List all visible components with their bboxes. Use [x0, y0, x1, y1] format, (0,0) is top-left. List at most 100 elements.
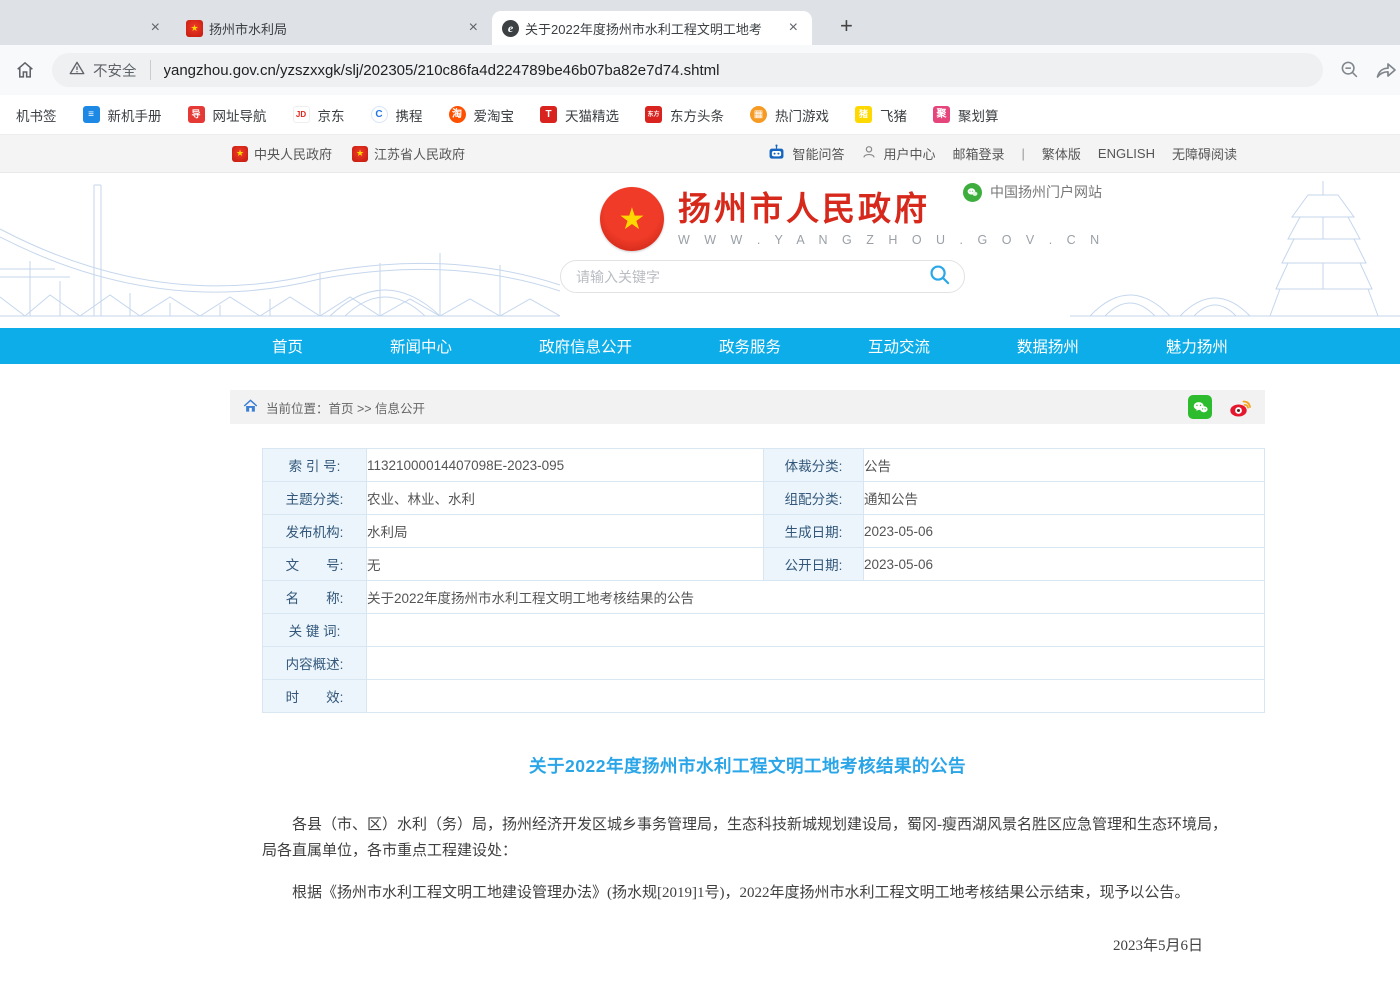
info-value: 11321000014407098E-2023-095 [367, 449, 764, 482]
info-value [367, 614, 1265, 647]
bookmark-item[interactable]: 淘 爱淘宝 [436, 105, 528, 125]
zoom-out-icon[interactable] [1337, 57, 1363, 83]
link-traditional[interactable]: 繁体版 [1042, 144, 1081, 163]
bookmark-item[interactable]: 机书签 [3, 105, 70, 125]
url-bar[interactable]: 不安全 yangzhou.gov.cn/yzszxxgk/slj/202305/… [52, 53, 1323, 87]
info-value: 公告 [864, 449, 1265, 482]
link-central-gov[interactable]: ★ 中央人民政府 [232, 144, 332, 163]
link-accessibility[interactable]: 无障碍阅读 [1172, 144, 1237, 163]
bookmark-label: 天猫精选 [565, 105, 619, 125]
new-tab-button[interactable]: + [834, 13, 859, 39]
link-smart-qa[interactable]: 智能问答 [767, 144, 844, 164]
search-box[interactable] [560, 260, 965, 293]
bookmark-item[interactable]: 猪 飞猪 [842, 105, 920, 125]
nav-item-data[interactable]: 数据扬州 [1017, 335, 1079, 357]
bookmark-label: 聚划算 [958, 105, 999, 125]
close-tab-icon[interactable]: × [147, 18, 164, 38]
link-user-center[interactable]: 用户中心 [861, 144, 935, 163]
link-jiangsu-gov[interactable]: ★ 江苏省人民政府 [352, 144, 465, 163]
search-icon[interactable] [928, 263, 951, 291]
article: 关于2022年度扬州市水利工程文明工地考核结果的公告 各县（市、区）水利（务）局… [230, 753, 1265, 997]
url-text[interactable]: yangzhou.gov.cn/yzszxxgk/slj/202305/210c… [164, 62, 720, 79]
bookmark-item[interactable]: ▦ 热门游戏 [737, 105, 842, 125]
info-label: 内容概述: [263, 647, 367, 680]
article-date: 2023年5月6日 [262, 934, 1233, 955]
page-content: 当前位置： 首页 >> 信息公开 索 引 号: 1132100001440709… [0, 364, 1400, 997]
info-label: 时 效: [263, 680, 367, 713]
bookmark-item[interactable]: 聚 聚划算 [920, 105, 1012, 125]
info-label: 关 键 词: [263, 614, 367, 647]
table-row: 索 引 号: 11321000014407098E-2023-095 体裁分类:… [263, 449, 1265, 482]
bookmark-item[interactable]: 导 网址导航 [175, 105, 280, 125]
nav-item-services[interactable]: 政务服务 [719, 335, 781, 357]
bookmark-favicon: 淘 [449, 106, 466, 123]
tab-shuiliju[interactable]: ★ 扬州市水利局 × [176, 11, 492, 45]
url-divider [150, 60, 151, 80]
info-value [367, 647, 1265, 680]
browser-toolbar: 不安全 yangzhou.gov.cn/yzszxxgk/slj/202305/… [0, 45, 1400, 95]
info-value: 水利局 [367, 515, 764, 548]
bookmark-favicon: 东方 [645, 106, 662, 123]
bookmark-item[interactable]: ≡ 新机手册 [70, 105, 175, 125]
bookmark-label: 热门游戏 [775, 105, 829, 125]
bookmark-favicon: 猪 [855, 106, 872, 123]
breadcrumb-home-icon[interactable] [243, 399, 258, 416]
nav-item-charm[interactable]: 魅力扬州 [1166, 335, 1228, 357]
separator: | [1022, 146, 1025, 161]
share-icon[interactable] [1373, 57, 1399, 83]
nav-item-info-disclosure[interactable]: 政府信息公开 [539, 335, 632, 357]
person-icon [861, 144, 877, 163]
portal-link[interactable]: 中国扬州门户网站 [963, 182, 1102, 202]
article-title: 关于2022年度扬州市水利工程文明工地考核结果的公告 [262, 753, 1233, 778]
nav-item-home[interactable]: 首页 [272, 335, 303, 357]
tab-leftmost-cut[interactable]: × [0, 11, 176, 45]
table-row: 时 效: [263, 680, 1265, 713]
link-label: ENGLISH [1098, 146, 1155, 161]
search-input[interactable] [574, 268, 928, 286]
breadcrumb-prefix: 当前位置： [266, 398, 329, 417]
table-row: 文 号: 无 公开日期: 2023-05-06 [263, 548, 1265, 581]
info-label: 索 引 号: [263, 449, 367, 482]
main-nav: 首页 新闻中心 政府信息公开 政务服务 互动交流 数据扬州 魅力扬州 [0, 328, 1400, 364]
breadcrumb: 当前位置： 首页 >> 信息公开 [230, 390, 1265, 424]
link-label: 江苏省人民政府 [374, 144, 465, 163]
link-label: 无障碍阅读 [1172, 144, 1237, 163]
emblem-icon: ★ [352, 146, 368, 162]
bookmark-favicon: C [371, 106, 388, 123]
link-mail-login[interactable]: 邮箱登录 [952, 144, 1004, 163]
info-label: 公开日期: [764, 548, 864, 581]
header-artwork-pagoda [1070, 177, 1400, 327]
robot-icon [767, 144, 786, 164]
warning-icon [68, 59, 86, 82]
nav-item-interaction[interactable]: 互动交流 [868, 335, 930, 357]
bookmark-item[interactable]: C 携程 [358, 105, 436, 125]
info-value: 通知公告 [864, 482, 1265, 515]
info-value: 无 [367, 548, 764, 581]
weibo-share-icon[interactable] [1228, 395, 1252, 419]
bookmark-item[interactable]: T 天猫精选 [527, 105, 632, 125]
info-label: 名 称: [263, 581, 367, 614]
tab-active-announcement[interactable]: e 关于2022年度扬州市水利工程文明工地考 × [492, 11, 812, 45]
portal-globe-icon [963, 183, 982, 202]
info-label: 生成日期: [764, 515, 864, 548]
link-english[interactable]: ENGLISH [1098, 146, 1155, 161]
site-header: ★ 扬州市人民政府 W W W . Y A N G Z H O U . G O … [0, 173, 1400, 328]
link-label: 中央人民政府 [254, 144, 332, 163]
close-tab-icon[interactable]: × [465, 18, 482, 38]
info-label: 文 号: [263, 548, 367, 581]
emblem-icon: ★ [232, 146, 248, 162]
bookmark-favicon: 聚 [933, 106, 950, 123]
tab-title: 扬州市水利局 [209, 19, 459, 38]
bookmark-item[interactable]: 东方 东方头条 [632, 105, 737, 125]
wechat-share-icon[interactable] [1188, 395, 1212, 419]
bookmark-item[interactable]: JD 京东 [280, 105, 358, 125]
security-label[interactable]: 不安全 [93, 60, 137, 81]
article-paragraph: 各县（市、区）水利（务）局，扬州经济开发区城乡事务管理局，生态科技新城规划建设局… [262, 812, 1233, 865]
gov-top-strip: ★ 中央人民政府 ★ 江苏省人民政府 智能问答 用户中心 邮箱登录 | 繁体版 [0, 135, 1400, 173]
nav-item-news[interactable]: 新闻中心 [390, 335, 452, 357]
home-icon[interactable] [12, 57, 38, 83]
table-row: 关 键 词: [263, 614, 1265, 647]
breadcrumb-path[interactable]: 首页 >> 信息公开 [329, 398, 426, 417]
bookmark-label: 京东 [318, 105, 345, 125]
close-tab-icon[interactable]: × [785, 18, 802, 38]
